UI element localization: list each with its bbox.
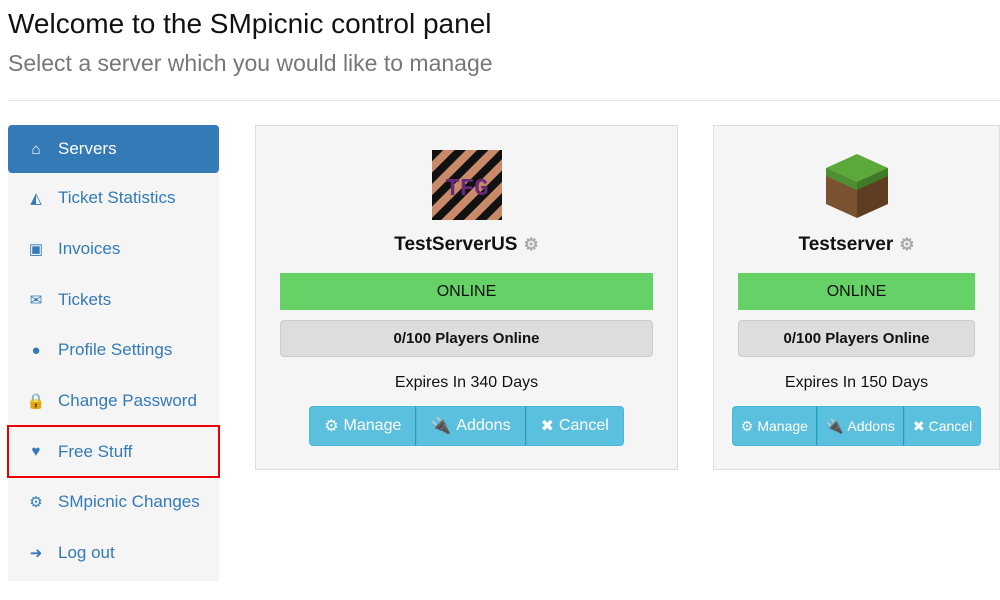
money-icon: ▣ [28, 241, 44, 259]
area-chart-icon: ◭ [30, 190, 42, 208]
home-icon: ⌂ [31, 140, 41, 158]
button-label: Cancel [928, 418, 973, 434]
cog-icon[interactable]: ⚙ [523, 235, 538, 254]
players-online: 0/100 Players Online [280, 320, 653, 357]
sidebar-item-label: Tickets [58, 289, 112, 309]
button-label: Addons [847, 418, 895, 434]
page-title: Welcome to the SMpicnic control panel [8, 8, 492, 39]
cog-icon: ⚙ [740, 417, 754, 434]
players-online: 0/100 Players Online [738, 320, 975, 357]
sidebar-item-invoices[interactable]: ▣ Invoices [8, 224, 219, 275]
plug-icon: 🔌 [431, 418, 452, 435]
button-group: ⚙ Manage 🔌 Addons ✖ Cancel [714, 406, 999, 446]
server-card: TFG TestServerUS ⚙ ONLINE 0/100 Players On… [255, 125, 678, 470]
sidebar-item-ticket-statistics[interactable]: ◭ Ticket Statistics [8, 173, 219, 224]
status-badge: ONLINE [738, 273, 975, 310]
status-badge: ONLINE [280, 273, 653, 310]
cancel-button[interactable]: ✖ Cancel [525, 406, 624, 446]
addons-button[interactable]: 🔌 Addons [416, 406, 526, 446]
cog-icon: ⚙ [29, 494, 43, 512]
manage-button[interactable]: ⚙ Manage [731, 406, 817, 446]
sidebar: ⌂ Servers ◭ Ticket Statistics ▣ Invoices ✉ Tick… [7, 125, 220, 581]
times-icon: ✖ [912, 417, 925, 434]
sidebar-item-smpicnic-changes[interactable]: ⚙ SMpicnic Changes [8, 477, 219, 528]
svg-text:TFG: TFG [445, 176, 488, 203]
page-subtitle: Select a server which you would like to … [8, 50, 493, 76]
button-label: Manage [757, 418, 808, 434]
server-card: Testserver ⚙ ONLINE 0/100 Players Online … [713, 125, 1000, 470]
user-icon: ● [31, 341, 41, 359]
button-label: Addons [456, 417, 511, 434]
sidebar-item-profile-settings[interactable]: ● Profile Settings [8, 325, 219, 376]
button-group: ⚙ Manage 🔌 Addons ✖ Cancel [256, 406, 677, 446]
addons-button[interactable]: 🔌 Addons [816, 406, 904, 446]
sidebar-item-label: Free Stuff [58, 441, 133, 461]
server-name-text: Testserver [798, 234, 894, 255]
cog-icon[interactable]: ⚙ [899, 235, 914, 254]
sidebar-item-label: SMpicnic Changes [58, 492, 200, 512]
manage-button[interactable]: ⚙ Manage [309, 406, 417, 446]
lock-icon: 🔒 [26, 393, 46, 411]
sign-out-icon: ➜ [29, 545, 43, 563]
server-name: TestServerUS ⚙ [256, 234, 677, 256]
sidebar-item-label: Change Password [58, 391, 197, 411]
times-icon: ✖ [540, 418, 554, 435]
cog-icon: ⚙ [324, 418, 339, 435]
sidebar-item-log-out[interactable]: ➜ Log out [8, 528, 219, 579]
server-name: Testserver ⚙ [714, 234, 999, 256]
grass-block-logo [825, 154, 888, 218]
sidebar-item-change-password[interactable]: 🔒 Change Password [8, 376, 219, 427]
plug-icon: 🔌 [825, 417, 844, 434]
sidebar-item-label: Profile Settings [58, 340, 173, 360]
sidebar-item-label: Ticket Statistics [58, 188, 176, 208]
button-label: Cancel [558, 417, 609, 434]
sidebar-item-tickets[interactable]: ✉ Tickets [8, 274, 219, 325]
cancel-button[interactable]: ✖ Cancel [903, 406, 982, 446]
sidebar-item-label: Log out [58, 543, 115, 563]
sidebar-item-free-stuff[interactable]: ♥ Free Stuff [7, 425, 220, 479]
expiry-text: Expires In 150 Days [784, 374, 929, 391]
server-logo: TFG [431, 150, 502, 220]
sidebar-item-label: Invoices [58, 239, 121, 259]
button-label: Manage [343, 417, 402, 434]
envelope-icon: ✉ [29, 291, 43, 309]
divider [8, 100, 1000, 101]
heart-icon: ♥ [31, 443, 41, 461]
server-name-text: TestServerUS [394, 234, 518, 255]
sidebar-item-label: Servers [58, 139, 117, 158]
sidebar-item-servers[interactable]: ⌂ Servers [8, 125, 219, 173]
expiry-text: Expires In 340 Days [394, 374, 539, 391]
